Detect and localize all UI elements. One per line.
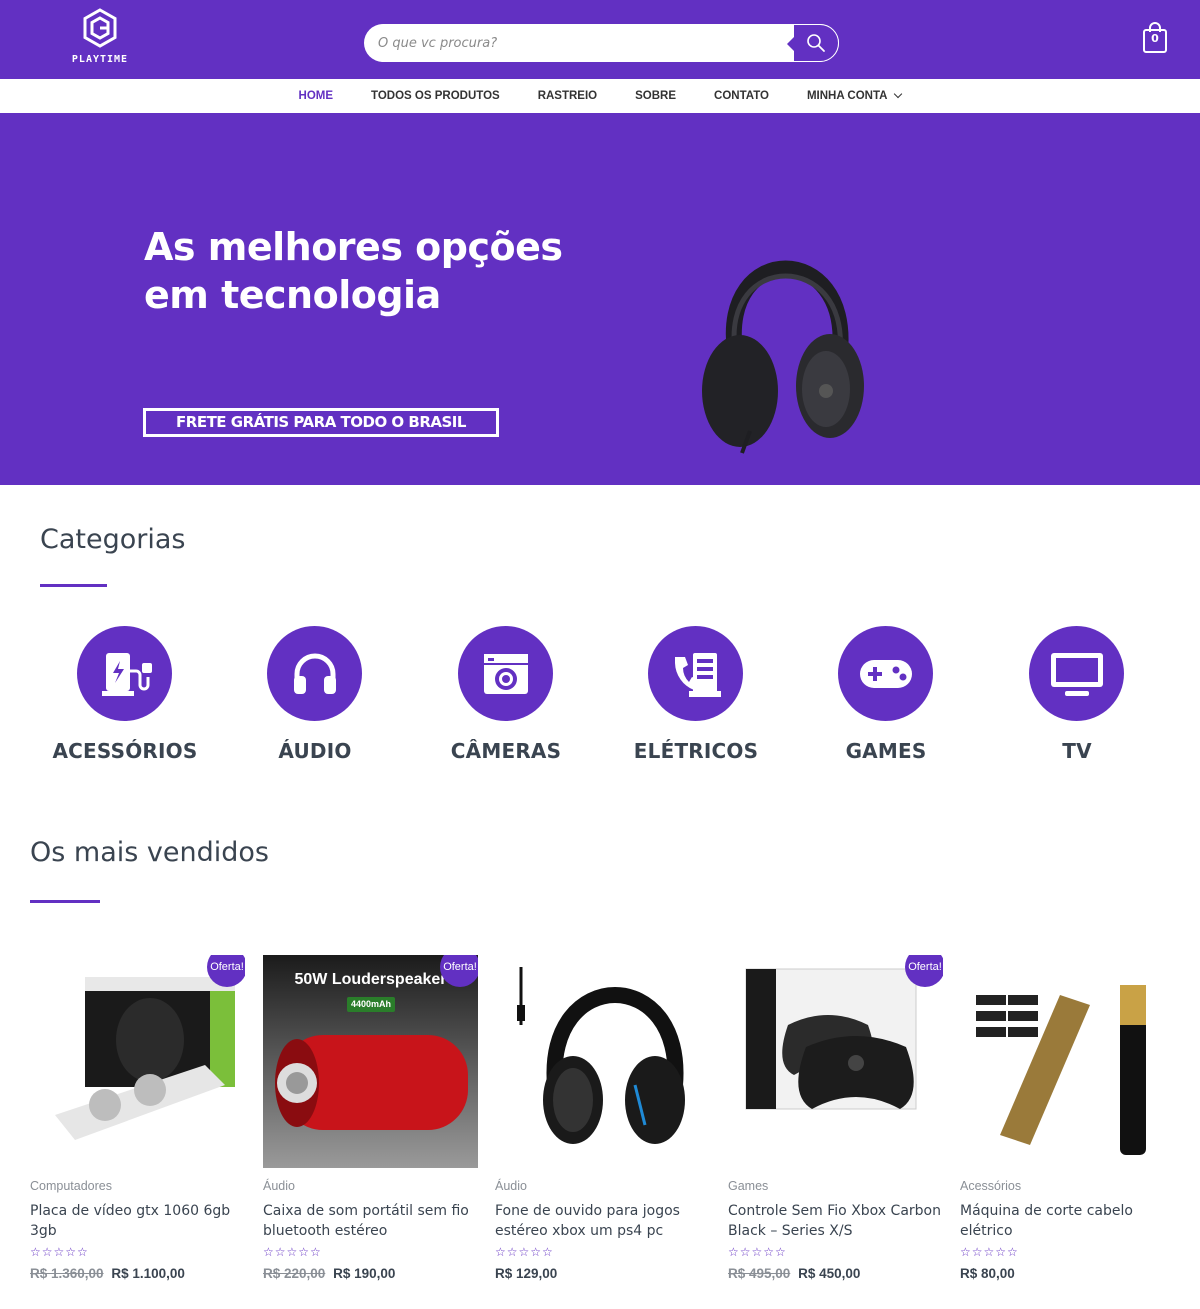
product-name[interactable]: Controle Sem Fio Xbox Carbon Black – Ser…	[728, 1201, 943, 1241]
category-audio-label: ÁUDIO	[278, 739, 352, 763]
cart-button[interactable]: 0	[1142, 22, 1168, 54]
category-electric-circle	[648, 626, 743, 721]
category-games[interactable]: GAMES	[791, 626, 981, 771]
main-nav: HOME TODOS OS PRODUTOS RASTREIO SOBRE CO…	[0, 79, 1200, 113]
xbox-controller-image	[745, 968, 917, 1110]
category-accessories-label: ACESSÓRIOS	[52, 739, 198, 763]
current-price: R$ 129,00	[495, 1266, 558, 1281]
category-accessories[interactable]: ACESSÓRIOS	[30, 626, 220, 771]
category-cameras-circle	[458, 626, 553, 721]
logo-icon	[83, 8, 117, 48]
top-header: PLAYTIME 0	[0, 0, 1200, 79]
product-name[interactable]: Caixa de som portátil sem fio bluetooth …	[263, 1201, 478, 1241]
product-name[interactable]: Máquina de corte cabelo elétrico	[960, 1201, 1175, 1241]
hair-clipper-image	[976, 985, 1146, 1155]
phone-fax-icon	[674, 652, 721, 697]
category-games-label: GAMES	[845, 739, 927, 763]
hero-title-line1: As melhores opções	[144, 225, 563, 269]
gaming-headset-image	[517, 967, 685, 1144]
current-price: R$ 80,00	[960, 1266, 1015, 1281]
hero-title: As melhores opções em tecnologia	[144, 223, 664, 319]
category-accessories-circle	[77, 626, 172, 721]
product-price: R$ 1.360,00 R$ 1.100,00	[30, 1266, 185, 1281]
product-image[interactable]	[495, 955, 710, 1168]
category-electric-label: ELÉTRICOS	[633, 739, 759, 763]
tv-icon	[1050, 652, 1103, 696]
chevron-down-icon	[894, 89, 903, 99]
bestsellers-divider	[30, 900, 100, 903]
current-price: R$ 190,00	[333, 1266, 396, 1281]
hero-title-line2: em tecnologia	[144, 273, 441, 317]
hero-banner: As melhores opções em tecnologia FRETE G…	[0, 113, 1200, 485]
product-card[interactable]: Acessórios Máquina de corte cabelo elétr…	[960, 955, 1175, 1295]
product-price: R$ 129,00	[495, 1266, 557, 1281]
product-name[interactable]: Fone de ouvido para jogos estéreo xbox u…	[495, 1201, 710, 1241]
product-category[interactable]: Acessórios	[960, 1179, 1021, 1193]
rating-stars: ☆☆☆☆☆	[960, 1245, 1019, 1259]
search-button[interactable]	[787, 24, 839, 62]
headphones-image	[702, 260, 864, 454]
product-category[interactable]: Áudio	[263, 1179, 295, 1193]
category-tv-label: TV	[1062, 739, 1092, 763]
old-price: R$ 1.360,00	[30, 1266, 104, 1281]
product-card[interactable]: Oferta! Computadores Placa de vídeo gtx …	[30, 955, 245, 1295]
category-audio-circle	[267, 626, 362, 721]
product-card[interactable]: Áudio Fone de ouvido para jogos estéreo …	[495, 955, 710, 1295]
nav-tracking[interactable]: RASTREIO	[538, 90, 597, 102]
nav-my-account-label: MINHA CONTA	[806, 90, 888, 102]
nav-about[interactable]: SOBRE	[635, 90, 676, 102]
site-logo[interactable]: PLAYTIME	[58, 8, 142, 70]
categories-divider	[40, 584, 107, 587]
product-card[interactable]: 50W Louderspeaker 4400mAh Oferta! Áudio …	[263, 955, 478, 1295]
current-price: R$ 1.100,00	[111, 1266, 185, 1281]
category-electric[interactable]: ELÉTRICOS	[601, 626, 791, 771]
rating-stars: ☆☆☆☆☆	[263, 1245, 322, 1259]
gamepad-icon	[859, 659, 912, 688]
nav-my-account[interactable]: MINHA CONTA	[806, 89, 903, 102]
product-image[interactable]: Oferta!	[728, 955, 943, 1168]
rating-stars: ☆☆☆☆☆	[728, 1245, 787, 1259]
product-category[interactable]: Áudio	[495, 1179, 527, 1193]
product-image[interactable]: 50W Louderspeaker 4400mAh Oferta!	[263, 955, 478, 1168]
product-price: R$ 220,00 R$ 190,00	[263, 1266, 395, 1281]
rating-stars: ☆☆☆☆☆	[495, 1245, 554, 1259]
category-cameras-label: CÂMERAS	[450, 739, 562, 763]
product-image[interactable]	[960, 955, 1175, 1168]
current-price: R$ 450,00	[798, 1266, 861, 1281]
category-audio[interactable]: ÁUDIO	[220, 626, 410, 771]
search-bar	[364, 24, 839, 62]
camera-icon	[483, 653, 528, 694]
graphics-card-image	[55, 977, 235, 1140]
old-price: R$ 495,00	[728, 1266, 791, 1281]
rating-stars: ☆☆☆☆☆	[30, 1245, 89, 1259]
search-input[interactable]	[364, 24, 784, 62]
product-category[interactable]: Computadores	[30, 1179, 112, 1193]
category-tv-circle	[1029, 626, 1124, 721]
product-category[interactable]: Games	[728, 1179, 768, 1193]
headphones-icon	[293, 653, 336, 694]
speaker-battery-label: 4400mAh	[350, 999, 392, 1009]
categories-title: Categorias	[40, 524, 186, 555]
logo-text: PLAYTIME	[71, 54, 129, 65]
charging-station-icon	[101, 652, 152, 696]
nav-all-products[interactable]: TODOS OS PRODUTOS	[371, 90, 500, 102]
product-price: R$ 495,00 R$ 450,00	[728, 1266, 860, 1281]
nav-home[interactable]: HOME	[299, 90, 334, 102]
old-price: R$ 220,00	[263, 1266, 326, 1281]
search-icon	[807, 34, 825, 52]
product-name[interactable]: Placa de vídeo gtx 1060 6gb 3gb	[30, 1201, 245, 1241]
product-price: R$ 80,00	[960, 1266, 1015, 1281]
bestsellers-title: Os mais vendidos	[30, 837, 269, 868]
product-image[interactable]: Oferta!	[30, 955, 245, 1168]
free-shipping-badge: FRETE GRÁTIS PARA TODO O BRASIL	[143, 408, 499, 437]
nav-contact[interactable]: CONTATO	[714, 90, 769, 102]
category-tv[interactable]: TV	[982, 626, 1172, 771]
cart-count: 0	[1151, 32, 1159, 45]
product-card[interactable]: Oferta! Games Controle Sem Fio Xbox Carb…	[728, 955, 943, 1295]
category-cameras[interactable]: CÂMERAS	[411, 626, 601, 771]
category-games-circle	[838, 626, 933, 721]
